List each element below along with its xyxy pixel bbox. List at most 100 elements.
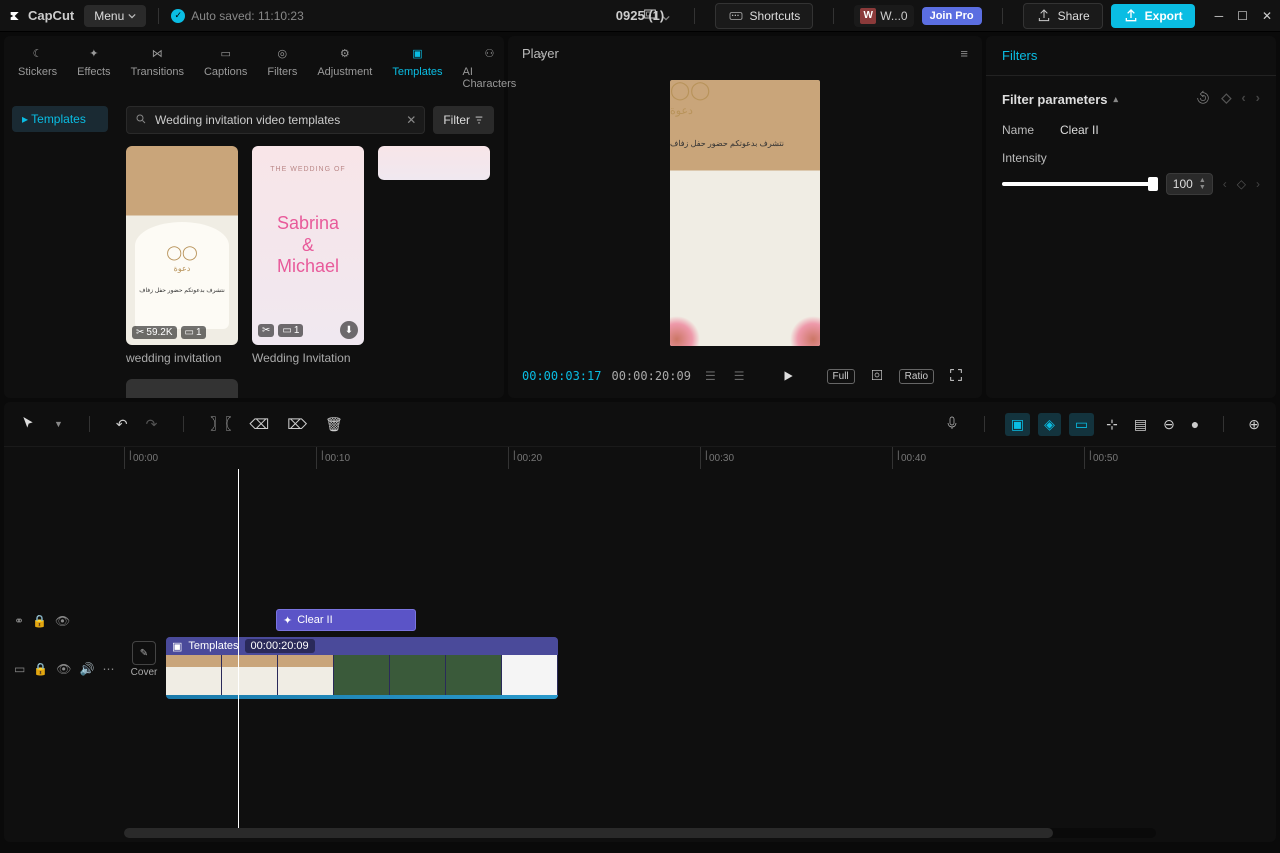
- template-thumb[interactable]: THE WEDDING OF Sabrina & Michael ✂ ▭ 1 ⬇: [252, 146, 364, 365]
- intensity-input[interactable]: 100 ▲▼: [1166, 173, 1213, 195]
- export-icon: [1123, 8, 1139, 24]
- visibility-icon[interactable]: 👁: [55, 614, 70, 628]
- next-kf-button[interactable]: ›: [1256, 177, 1260, 191]
- filter-track: ⚭ 🔒 👁 ✦ Clear II: [4, 609, 1276, 633]
- user-badge[interactable]: W W...0: [854, 5, 913, 27]
- download-button[interactable]: ⬇: [340, 321, 358, 339]
- step-up-button[interactable]: ▲: [1199, 177, 1206, 184]
- fullscreen-button[interactable]: [944, 363, 968, 390]
- delete-left-button[interactable]: ⌫: [245, 412, 273, 437]
- thumb-sub: نتشرف بدعوتكم حضور حفل زفاف: [139, 287, 225, 294]
- zoom-slider[interactable]: ●: [1187, 412, 1203, 436]
- join-pro-button[interactable]: Join Pro: [922, 7, 982, 25]
- reset-button[interactable]: [1195, 90, 1211, 109]
- thumb-caption: wedding invitation: [126, 351, 238, 365]
- mic-button[interactable]: [940, 411, 964, 438]
- duration-timecode: 00:00:20:09: [611, 369, 690, 383]
- magnet-linked-button[interactable]: ◈: [1038, 413, 1061, 436]
- full-button[interactable]: Full: [827, 369, 855, 384]
- redo-button[interactable]: ↷: [142, 412, 162, 437]
- selection-tool[interactable]: [16, 411, 40, 438]
- player-menu-button[interactable]: ≡: [960, 46, 968, 61]
- prev-keyframe-button[interactable]: ‹: [1241, 90, 1245, 109]
- intensity-slider[interactable]: [1002, 182, 1156, 186]
- scale-to-fit-button[interactable]: [865, 363, 889, 390]
- track-options-button[interactable]: ▤: [1130, 412, 1151, 437]
- collapse-section-icon[interactable]: ▴: [1114, 94, 1119, 105]
- mute-icon[interactable]: 🔊: [80, 662, 95, 676]
- filters-icon: ◎: [273, 44, 291, 62]
- maximize-button[interactable]: ☐: [1237, 9, 1248, 23]
- clear-search-button[interactable]: ✕: [406, 113, 416, 127]
- timeline-body[interactable]: ⚭ 🔒 👁 ✦ Clear II ▭ 🔒 👁 🔊 ⋯: [4, 469, 1276, 828]
- shortcuts-button[interactable]: Shortcuts: [715, 3, 814, 29]
- player-panel: Player ≡ ◯◯ دعوة نتشرف بدعوتكم حضور حفل …: [508, 36, 982, 398]
- playhead[interactable]: [238, 469, 239, 828]
- app-name: CapCut: [28, 8, 74, 23]
- snap-button[interactable]: ⊹: [1102, 412, 1122, 437]
- search-input[interactable]: Wedding invitation video templates ✕: [126, 106, 425, 134]
- visibility-icon[interactable]: 👁: [56, 662, 71, 676]
- collapse-panel-button[interactable]: «: [532, 42, 551, 68]
- lock-icon[interactable]: 🔒: [32, 614, 47, 628]
- delete-button[interactable]: 🗑: [321, 412, 347, 437]
- kf-toggle-button[interactable]: ◇: [1237, 177, 1246, 191]
- capcut-logo-icon: [8, 8, 24, 24]
- close-button[interactable]: ✕: [1262, 9, 1272, 23]
- keyframe-button[interactable]: ◇: [1221, 90, 1231, 109]
- cover-button[interactable]: ✎ Cover: [126, 641, 162, 678]
- export-button[interactable]: Export: [1111, 4, 1195, 28]
- share-button[interactable]: Share: [1023, 3, 1103, 29]
- delete-right-button[interactable]: ⌦: [283, 412, 311, 437]
- thumb-caption: Wedding Invitation: [252, 351, 364, 365]
- tab-filters-props[interactable]: Filters: [986, 36, 1276, 76]
- step-down-button[interactable]: ▼: [1199, 184, 1206, 191]
- minimize-button[interactable]: ─: [1215, 9, 1224, 23]
- undo-button[interactable]: ↶: [112, 412, 132, 437]
- tab-stickers[interactable]: ☾Stickers: [14, 42, 61, 80]
- preview-title: دعوة: [670, 104, 820, 117]
- magnet-main-button[interactable]: ▣: [1005, 413, 1030, 436]
- clip-duration: 00:00:20:09: [245, 639, 315, 653]
- usage-badge: ✂ 59.2K: [132, 326, 177, 339]
- preview-axis-button[interactable]: ▭: [1069, 413, 1094, 436]
- template-thumb[interactable]: [378, 146, 490, 365]
- prev-kf-button[interactable]: ‹: [1223, 177, 1227, 191]
- user-name: W...0: [880, 9, 907, 23]
- thumb-top-label: THE WEDDING OF: [252, 166, 364, 173]
- thumb-title: دعوة: [174, 264, 191, 273]
- timeline-scrollbar[interactable]: [124, 828, 1156, 838]
- more-icon[interactable]: ⋯: [102, 662, 114, 676]
- video-clip[interactable]: ▣ Templates 00:00:20:09: [166, 637, 558, 699]
- lock-icon[interactable]: 🔒: [33, 662, 48, 676]
- timeline-ruler[interactable]: |00:00 |00:10 |00:20 |00:30 |00:40 |00:5…: [124, 447, 1276, 469]
- tab-templates[interactable]: ▣Templates: [388, 42, 446, 80]
- template-thumb[interactable]: ◯◯ دعوة نتشرف بدعوتكم حضور حفل زفاف ✂ 59…: [126, 146, 238, 365]
- tool-dropdown[interactable]: ▼: [50, 415, 67, 433]
- compare-b-button[interactable]: ☰: [730, 365, 749, 387]
- zoom-out-button[interactable]: ⊖: [1159, 412, 1179, 437]
- tab-adjustment[interactable]: ⚙Adjustment: [313, 42, 376, 80]
- compare-a-button[interactable]: ☰: [701, 365, 720, 387]
- filter-button[interactable]: Filter: [433, 106, 494, 134]
- menu-button[interactable]: Menu: [84, 5, 146, 27]
- play-button[interactable]: [774, 362, 802, 390]
- tab-transitions[interactable]: ⋈Transitions: [127, 42, 188, 80]
- ratio-button[interactable]: Ratio: [899, 369, 934, 384]
- tab-filters[interactable]: ◎Filters: [263, 42, 301, 80]
- zoom-fit-button[interactable]: ⊕: [1244, 412, 1264, 437]
- app-logo: CapCut: [8, 8, 74, 24]
- template-thumb[interactable]: [126, 379, 238, 398]
- link-icon[interactable]: ⚭: [14, 614, 24, 628]
- tab-effects[interactable]: ✦Effects: [73, 42, 114, 80]
- filter-clip[interactable]: ✦ Clear II: [276, 609, 416, 631]
- split-button[interactable]: 〗〖: [206, 410, 235, 438]
- tab-ai-characters[interactable]: ⚇AI Characters: [459, 42, 521, 92]
- tree-item-templates[interactable]: ▸ Templates: [12, 106, 108, 132]
- tab-captions[interactable]: ▭Captions: [200, 42, 251, 80]
- usage-badge: ✂: [258, 324, 274, 337]
- preview-sub: نتشرف بدعوتكم حضور حفل زفاف: [670, 139, 820, 148]
- project-title: 0925 (1): [616, 8, 664, 23]
- player-stage[interactable]: ◯◯ دعوة نتشرف بدعوتكم حضور حفل زفاف: [508, 71, 982, 354]
- next-keyframe-button[interactable]: ›: [1256, 90, 1260, 109]
